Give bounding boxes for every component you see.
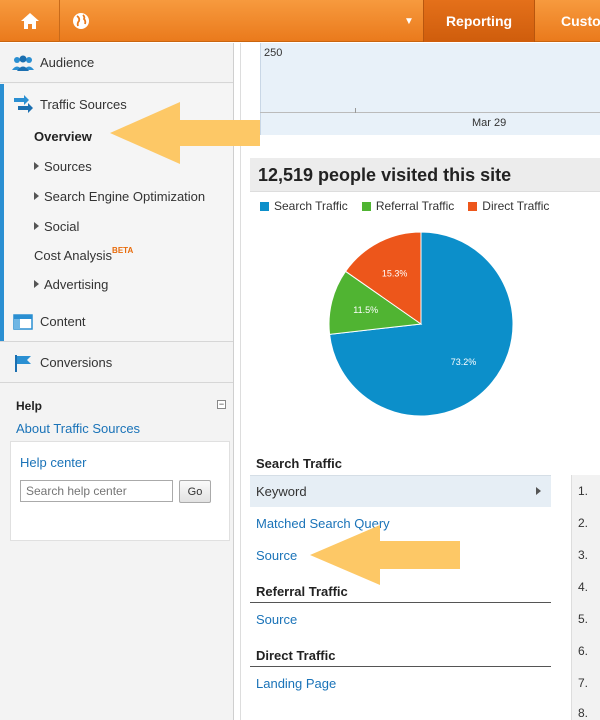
sidebar-subitem-social[interactable]: Social xyxy=(34,219,79,234)
search-source-link[interactable]: Source xyxy=(256,548,297,563)
legend-swatch xyxy=(260,201,269,211)
sidebar-item-audience[interactable]: Audience xyxy=(0,43,233,83)
annotation-arrow-left-icon xyxy=(310,525,460,585)
traffic-pie-chart: 73.2% 11.5% 15.3% xyxy=(328,231,514,417)
about-traffic-sources-link[interactable]: About Traffic Sources xyxy=(16,421,140,436)
sidebar-subitem-label: Cost Analysis xyxy=(34,248,113,263)
chart-tick xyxy=(355,108,356,113)
row-number: 7. xyxy=(578,676,589,690)
section-divider xyxy=(250,666,551,667)
sidebar-item-conversions[interactable]: Conversions xyxy=(0,343,233,383)
annotation-arrow-left-icon xyxy=(110,102,260,164)
chart-x-tick-label: Mar 29 xyxy=(472,117,507,129)
row-number: 8. xyxy=(578,706,589,720)
tab-customization[interactable]: Custo xyxy=(536,0,600,42)
row-number: 3. xyxy=(578,548,589,562)
sidebar-item-content[interactable]: Content xyxy=(0,302,233,342)
chevron-right-icon xyxy=(536,487,541,495)
sidebar-subitem-sources[interactable]: Sources xyxy=(34,159,92,174)
globe-button[interactable] xyxy=(61,0,101,42)
home-button[interactable] xyxy=(0,0,60,42)
sidebar-item-label: Audience xyxy=(40,55,95,70)
sidebar-item-label: Conversions xyxy=(40,355,113,370)
collapse-icon[interactable]: − xyxy=(217,400,226,409)
audience-icon xyxy=(12,54,34,72)
go-button[interactable]: Go xyxy=(179,480,211,503)
keyword-row[interactable]: Keyword xyxy=(250,475,551,507)
expand-triangle-icon xyxy=(34,222,39,230)
section-divider xyxy=(250,602,551,603)
expand-triangle-icon xyxy=(34,280,39,288)
sidebar-subitem-cost-analysis[interactable]: Cost AnalysisBETA xyxy=(34,246,134,263)
search-help-input[interactable] xyxy=(20,480,173,502)
chart-x-axis xyxy=(260,112,600,113)
legend-label: Search Traffic xyxy=(274,199,348,213)
section-title-search-traffic: Search Traffic xyxy=(256,456,342,471)
help-title: Help xyxy=(16,399,43,413)
legend-item-search[interactable]: Search Traffic xyxy=(260,199,348,213)
section-title-direct-traffic: Direct Traffic xyxy=(256,648,336,663)
row-number: 6. xyxy=(578,644,589,658)
row-number: 5. xyxy=(578,612,589,626)
tab-reporting[interactable]: Reporting xyxy=(423,0,535,42)
sidebar-subitem-seo[interactable]: Search Engine Optimization xyxy=(34,189,205,204)
chart-y-tick-label: 250 xyxy=(264,47,283,59)
legend-item-referral[interactable]: Referral Traffic xyxy=(361,199,455,213)
keyword-label: Keyword xyxy=(256,484,307,499)
pie-slice-label: 11.5% xyxy=(353,305,378,315)
legend-label: Referral Traffic xyxy=(375,199,455,213)
pie-legend: Search Traffic Referral Traffic Direct T… xyxy=(260,199,563,213)
referral-source-link[interactable]: Source xyxy=(256,612,297,627)
sidebar-subitem-label: Search Engine Optimization xyxy=(44,189,206,204)
globe-icon xyxy=(73,13,89,29)
legend-item-direct[interactable]: Direct Traffic xyxy=(468,199,549,213)
home-icon xyxy=(20,13,39,29)
flag-icon xyxy=(12,354,34,372)
sidebar-item-label: Content xyxy=(40,314,86,329)
landing-page-link[interactable]: Landing Page xyxy=(256,676,336,691)
dropdown-caret-icon[interactable]: ▼ xyxy=(395,0,423,42)
sidebar-subitem-label: Social xyxy=(44,219,80,234)
content-icon xyxy=(12,313,34,331)
legend-swatch xyxy=(468,201,478,211)
row-number: 2. xyxy=(578,516,589,530)
legend-label: Direct Traffic xyxy=(482,199,550,213)
sidebar-subitem-label: Sources xyxy=(44,159,92,174)
sidebar-subitem-label: Advertising xyxy=(44,277,109,292)
top-navigation-bar: ▼ Reporting Custo xyxy=(0,0,600,42)
beta-badge: BETA xyxy=(112,246,134,255)
pie-slice-label: 73.2% xyxy=(451,357,477,367)
traffic-sources-icon xyxy=(12,95,34,113)
timeline-chart xyxy=(260,43,600,135)
pie-slice-label: 15.3% xyxy=(382,268,408,278)
help-center-link[interactable]: Help center xyxy=(20,455,86,470)
expand-triangle-icon xyxy=(34,192,39,200)
legend-swatch xyxy=(361,201,371,211)
sidebar-subitem-advertising[interactable]: Advertising xyxy=(34,277,108,292)
visitors-headline: 12,519 people visited this site xyxy=(250,158,600,192)
expand-triangle-icon xyxy=(34,162,39,170)
row-number: 4. xyxy=(578,580,589,594)
sidebar-subitem-overview[interactable]: Overview xyxy=(34,129,92,144)
row-number: 1. xyxy=(578,484,589,498)
